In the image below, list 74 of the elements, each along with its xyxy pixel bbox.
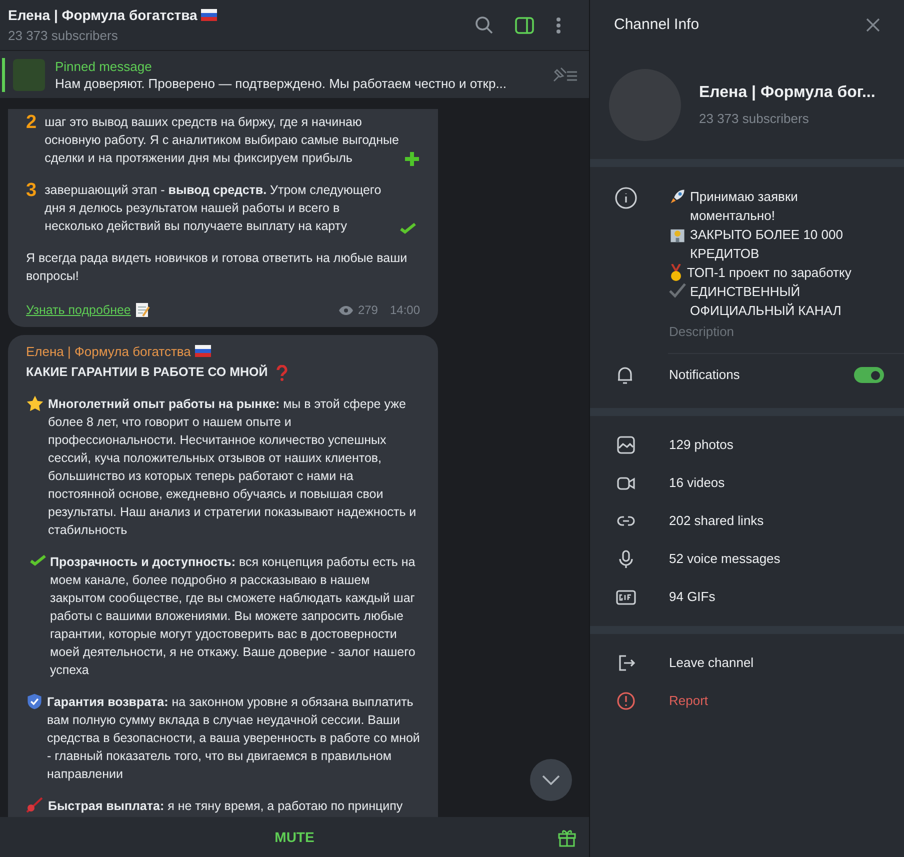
search-icon[interactable]: [475, 16, 493, 34]
side-panel-icon[interactable]: [515, 16, 534, 34]
message-time: 14:00: [390, 302, 420, 319]
more-icon[interactable]: [556, 16, 561, 34]
notifications-toggle[interactable]: [854, 367, 884, 383]
pinned-text: Нам доверяют. Проверено — подтверждено. Мы работаем честно и откр...: [55, 74, 508, 92]
media-row[interactable]: 94 GIFs: [590, 578, 904, 616]
flag-icon: [194, 345, 211, 357]
medal-icon: [669, 264, 683, 282]
close-icon[interactable]: [866, 18, 880, 32]
bell-icon: [615, 365, 635, 385]
gift-icon[interactable]: [557, 827, 577, 847]
message-text: Многолетний опыт работы на рынке: мы в этой сфере уже более 8 лет, что говорит о нашем опыте и профессиональности. Несчитанное количество успешных сессий, куча положительных отзывов от наших клиентов, большинство из которых теперь работают с нами на постоянной основе, ежедневно обучаясь и повышая свои результаты. Наш анализ и стратегии показывают надежность и стабильность: [48, 396, 418, 539]
author-name: Елена | Формула богатства: [26, 344, 191, 359]
gif-icon: [616, 587, 636, 607]
media-row[interactable]: 52 voice messages: [590, 540, 904, 578]
shield-icon: [26, 693, 43, 710]
checkmark-icon: [30, 553, 46, 567]
channel-name: Елена | Формула бог...: [699, 83, 876, 104]
message-text: Я всегда рада видеть новичков и готова ответить на любые ваши вопросы!: [26, 250, 408, 285]
description-line: Принимаю заявки моментально!: [690, 188, 799, 225]
exclamation-icon: [616, 691, 636, 711]
learn-more-link[interactable]: Узнать подробнее: [26, 301, 131, 319]
info-icon: [615, 187, 637, 209]
comet-icon: [26, 797, 44, 813]
message-text: Гарантия возврата: на законном уровне я обязана выплатить вам полную сумму вклада в случае неудачной сессии. Ваши средства в безопасности, а ваша уверенность в работе со мной - главный показатель того, что вы двигаемся в правильном направлении: [47, 694, 420, 783]
pinned-bar[interactable]: Pinned message Нам доверяют. Проверено — подтверждено. Мы работаем честно и откр...: [0, 50, 589, 98]
pinned-thumbnail: [13, 58, 45, 90]
media-label: 52 voice messages: [669, 550, 780, 568]
exit-icon: [616, 653, 636, 673]
eye-icon: [338, 304, 354, 316]
media-label: 94 GIFs: [669, 588, 716, 606]
view-count: 279: [358, 302, 378, 319]
rocket-icon: [669, 188, 686, 205]
description-line: ЗАКРЫТО БОЛЕЕ 10 000 КРЕДИТОВ: [690, 226, 844, 263]
media-label: 129 photos: [669, 436, 734, 454]
message-text: завершающий этап - вывод средств. Утром следующего дня я делюсь результатом нашей работы и всего в несколько действий вы получаете выплату на карту: [44, 182, 382, 235]
action-row[interactable]: Leave channel: [590, 644, 904, 682]
message-text: Прозрачность и доступность: вся концепция работы есть на моем канале, более подробно я рассказываю в нашем закрытом сообществе, где вы сможете наблюдать каждый шаг работы с вашими вложениями. Вы можете запросить любые гарантии, которые могут удостоверить вас в достоверности моей деятельности, я не откажу. Ваше доверие - залог нашего успеха: [50, 554, 416, 679]
media-row[interactable]: 202 shared links: [590, 502, 904, 540]
question-mark-icon: [276, 365, 288, 381]
star-icon: [26, 395, 44, 412]
action-label: Report: [669, 692, 708, 710]
action-row[interactable]: Report: [590, 682, 904, 720]
description-label: Description: [669, 323, 736, 341]
image-icon: [616, 435, 636, 455]
media-row[interactable]: 129 photos: [590, 426, 904, 464]
panel-title: Channel Info: [614, 14, 700, 35]
plus-icon: [404, 151, 420, 167]
media-label: 16 videos: [669, 474, 725, 492]
flag-icon: [201, 9, 218, 22]
pinned-label: Pinned message: [55, 58, 153, 74]
subscriber-count: 23 373 subscribers: [8, 26, 119, 45]
mute-button[interactable]: MUTE: [258, 818, 330, 856]
media-label: 202 shared links: [669, 512, 764, 530]
chevron-down-icon: [542, 775, 560, 785]
channel-title: Елена | Формула богатства: [8, 6, 198, 26]
message-text: КАКИЕ ГАРАНТИИ В РАБОТЕ СО МНОЙ: [26, 364, 268, 381]
number-emoji: 3: [26, 181, 37, 200]
description-line: ЕДИНСТВЕННЫЙ ОФИЦИАЛЬНЫЙ КАНАЛ: [690, 283, 842, 320]
action-label: Leave channel: [669, 654, 754, 672]
scroll-down-button[interactable]: [530, 759, 572, 801]
description-line: ТОП-1 проект по заработку: [687, 264, 852, 282]
checkmark-icon: [669, 283, 686, 298]
pin-list-icon[interactable]: [551, 66, 579, 84]
memo-icon: [134, 302, 150, 318]
checkmark-icon: [400, 221, 416, 235]
notifications-label: Notifications: [669, 366, 741, 384]
message-text: шаг это вывод ваших средств на биржу, где я начинаю основную работу. Я с аналитиком выбираю самые выгодные сделки и на протяжении дня мы фиксируем прибыль: [44, 114, 400, 167]
microphone-icon: [616, 549, 636, 569]
number-emoji: 2: [26, 113, 37, 132]
media-row[interactable]: 16 videos: [590, 464, 904, 502]
subscriber-count: 23 373 subscribers: [699, 110, 810, 128]
message-text: Быстрая выплата: я не тяну время, а работаю по принципу: [48, 798, 403, 815]
